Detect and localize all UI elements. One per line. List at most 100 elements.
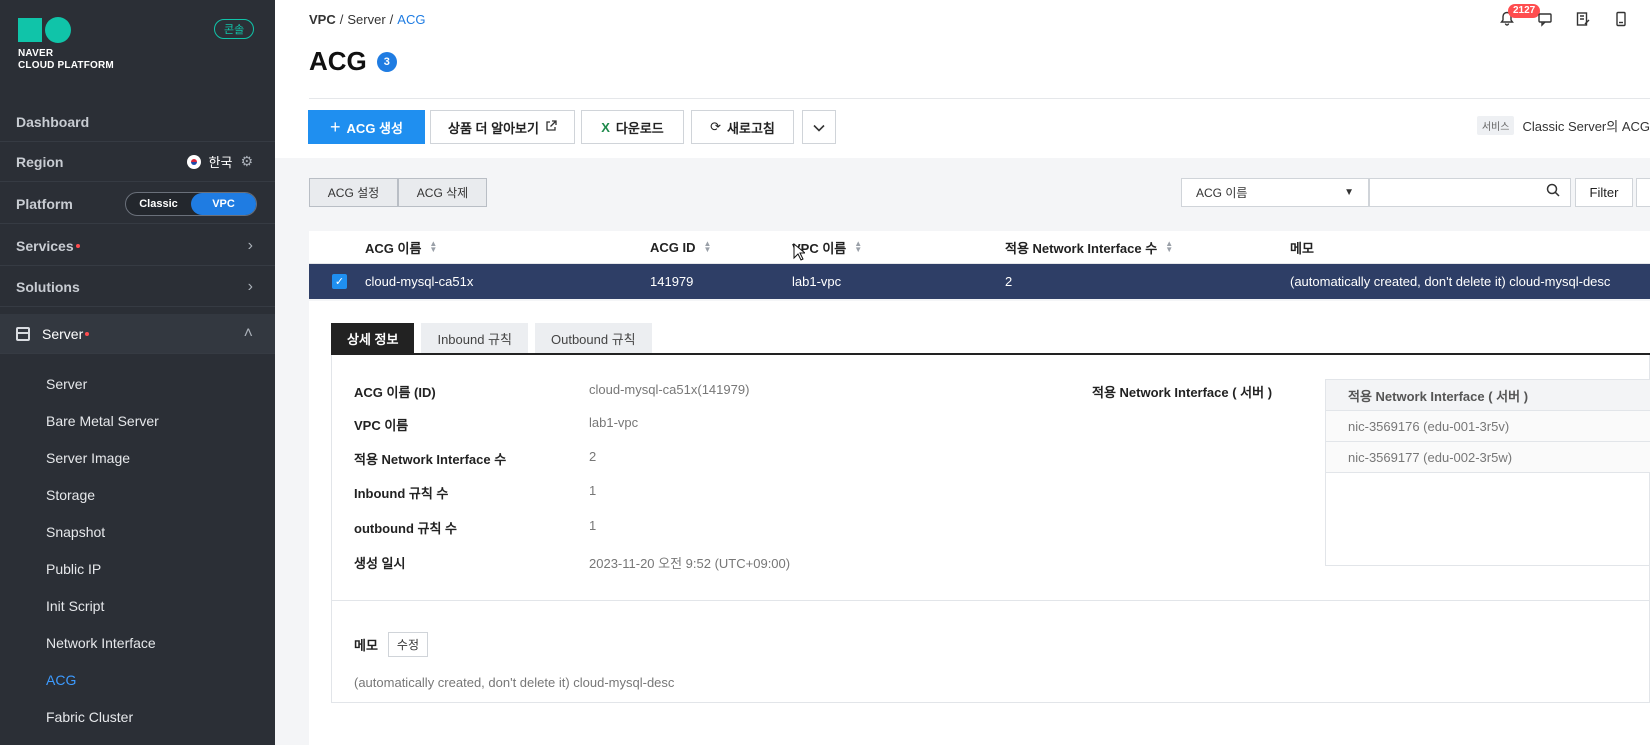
sub-item-storage[interactable]: Storage [0, 476, 275, 513]
memo-section: 메모 수정 [354, 632, 429, 657]
search-field-value: ACG 이름 [1196, 186, 1248, 200]
detail-content: ACG 이름 (ID) cloud-mysql-ca51x(141979) VP… [331, 355, 1650, 703]
mobile-icon[interactable] [1612, 10, 1630, 28]
breadcrumb-server[interactable]: Server [347, 12, 385, 27]
gear-icon[interactable]: ⚙ [240, 153, 253, 170]
sub-item-fabric-cluster[interactable]: Fabric Cluster [0, 698, 275, 735]
list-item[interactable]: nic-3569176 (edu-001-3r5v) [1326, 411, 1650, 442]
applied-ni-header: 적용 Network Interface ( 서버 ) [1326, 380, 1650, 411]
learn-more-button[interactable]: 상품 더 알아보기 [430, 110, 575, 144]
filter-button[interactable]: Filter [1575, 178, 1633, 207]
col-ni-count-label: 적용 Network Interface 수 [1005, 240, 1158, 256]
page-title: ACG 3 [309, 46, 397, 77]
col-memo-label: 메모 [1290, 240, 1314, 256]
nav-region-label: Region [16, 153, 64, 170]
nav-platform-label: Platform [16, 195, 73, 212]
console-badge[interactable]: 콘솔 [214, 19, 255, 39]
create-acg-button[interactable]: + ACG 생성 [308, 110, 425, 144]
field-label-created-at: 생성 일시 [354, 556, 406, 571]
nav-services-label: Services [16, 237, 74, 254]
chevron-down-icon [813, 120, 825, 135]
tab-details[interactable]: 상세 정보 [331, 323, 415, 353]
acg-settings-button[interactable]: ACG 설정 [309, 178, 398, 207]
new-dot-icon [85, 331, 90, 336]
bell-icon[interactable]: 2127 [1498, 4, 1541, 28]
cell-acg-id: 141979 [650, 274, 694, 289]
table-row[interactable]: ✓ cloud-mysql-ca51x 141979 lab1-vpc 2 (a… [309, 264, 1650, 299]
sort-icon: ▲ ▼ [703, 239, 712, 254]
col-acg-id[interactable]: ACG ID ▲ ▼ [650, 240, 711, 255]
sub-item-public-ip[interactable]: Public IP [0, 550, 275, 587]
platform-option-vpc[interactable]: VPC [191, 192, 256, 215]
memo-edit-button[interactable]: 수정 [387, 632, 429, 657]
field-value-inbound-count: 1 [589, 483, 597, 498]
tab-inbound-rules[interactable]: Inbound 규칙 [421, 323, 528, 353]
logo-text: NAVER CLOUD PLATFORM [18, 48, 114, 71]
refresh-button[interactable]: ⟳ 새로고침 [691, 110, 794, 144]
field-label-inbound-count: Inbound 규칙 수 [354, 486, 449, 501]
search-field-select[interactable]: ACG 이름 ▼ [1181, 178, 1369, 207]
nav-dashboard[interactable]: Dashboard [0, 102, 275, 142]
sort-icon: ▲ ▼ [854, 239, 863, 254]
col-ni-count[interactable]: 적용 Network Interface 수 ▲ ▼ [1005, 238, 1173, 257]
sub-item-server-image[interactable]: Server Image [0, 439, 275, 476]
plus-icon: + [330, 116, 341, 137]
field-label-acg-name: ACG 이름 (ID) [354, 385, 436, 400]
breadcrumb-vpc[interactable]: VPC [309, 12, 336, 27]
sub-item-acg[interactable]: ACG [0, 661, 275, 698]
download-button[interactable]: X 다운로드 [581, 110, 684, 144]
breadcrumb-acg: ACG [397, 12, 426, 27]
cell-acg-name: cloud-mysql-ca51x [365, 274, 474, 289]
server-sub-list: Server Bare Metal Server Server Image St… [0, 365, 275, 735]
chevron-up-icon: ˄ [243, 324, 253, 342]
search-icon[interactable] [1546, 183, 1560, 202]
nav-dashboard-label: Dashboard [16, 113, 90, 130]
korea-flag-icon [186, 154, 201, 169]
cell-ni-count: 2 [1005, 274, 1013, 289]
row-checkbox[interactable]: ✓ [332, 274, 347, 289]
region-selector[interactable]: 한국 ⚙ [186, 152, 253, 171]
chevron-right-icon: › [247, 277, 253, 295]
chevron-right-icon: › [247, 236, 253, 254]
memo-label: 메모 [354, 638, 378, 653]
tab-outbound-rules[interactable]: Outbound 규칙 [534, 323, 652, 353]
document-edit-icon[interactable] [1574, 10, 1592, 28]
applied-ni-label: 적용 Network Interface ( 서버 ) [1092, 385, 1273, 400]
list-item[interactable]: nic-3569177 (edu-002-3r5w) [1326, 442, 1650, 473]
platform-toggle[interactable]: Classic VPC [125, 191, 257, 216]
service-tag: 서비스 [1476, 116, 1515, 135]
naver-cloud-logo[interactable]: NAVER CLOUD PLATFORM [18, 17, 138, 72]
detail-tabs: 상세 정보 Inbound 규칙 Outbound 규칙 [331, 323, 652, 353]
external-link-icon [545, 119, 557, 135]
nav-solutions[interactable]: Solutions › [0, 267, 275, 307]
nav-server-group[interactable]: Server ˄ [0, 314, 275, 354]
caret-down-icon: ▼ [1344, 187, 1354, 198]
nav-services[interactable]: Services › [0, 226, 275, 266]
field-label-vpc-name: VPC 이름 [354, 418, 409, 433]
detail-panel: 상세 정보 Inbound 규칙 Outbound 규칙 ACG 이름 (ID)… [309, 301, 1650, 745]
col-acg-name[interactable]: ACG 이름 ▲ ▼ [365, 238, 437, 257]
memo-value: (automatically created, don't delete it)… [354, 675, 675, 690]
page-title-text: ACG [309, 46, 367, 76]
field-value-created-at: 2023-11-20 오전 9:52 (UTC+09:00) [589, 556, 791, 571]
sub-item-network-interface[interactable]: Network Interface [0, 624, 275, 661]
table-header: ACG 이름 ▲ ▼ ACG ID ▲ ▼ VPC 이름 ▲ ▼ 적용 Network In… [309, 231, 1650, 264]
learn-more-label: 상품 더 알아보기 [448, 120, 539, 136]
more-dropdown-button[interactable] [802, 110, 836, 144]
platform-option-classic[interactable]: Classic [126, 193, 191, 215]
create-acg-label: ACG 생성 [346, 120, 403, 136]
acg-delete-button[interactable]: ACG 삭제 [398, 178, 487, 207]
page-header: VPC / Server / ACG ACG 3 2127 + ACG 생성 상… [275, 0, 1650, 158]
divider [332, 600, 1649, 601]
sub-item-bare-metal-server[interactable]: Bare Metal Server [0, 402, 275, 439]
col-acg-id-label: ACG ID [650, 239, 696, 255]
sub-item-server[interactable]: Server [0, 365, 275, 402]
extra-options-button[interactable] [1636, 178, 1650, 207]
chat-icon[interactable] [1536, 10, 1554, 28]
sub-item-snapshot[interactable]: Snapshot [0, 513, 275, 550]
col-memo: 메모 [1290, 238, 1314, 257]
service-note: 서비스 Classic Server의 ACG [1476, 116, 1650, 135]
search-input[interactable] [1369, 178, 1571, 207]
sub-item-init-script[interactable]: Init Script [0, 587, 275, 624]
refresh-icon: ⟳ [710, 119, 722, 134]
